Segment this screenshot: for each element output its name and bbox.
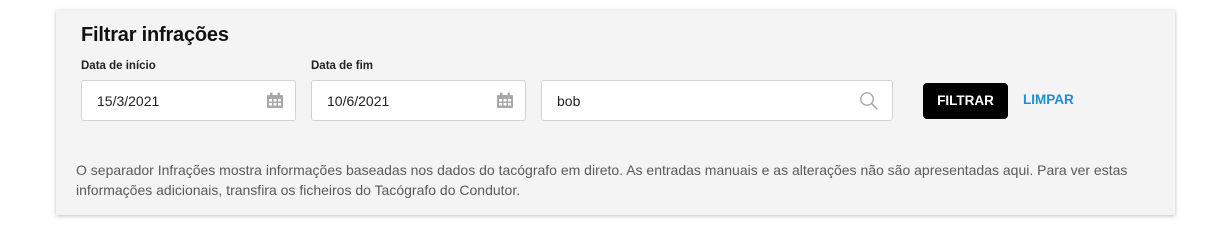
filter-panel: Filtrar infrações Data de início 15/3/20… bbox=[56, 10, 1175, 215]
search-input[interactable]: bob bbox=[557, 93, 580, 109]
clear-button[interactable]: LIMPAR bbox=[1023, 92, 1074, 107]
calendar-icon[interactable] bbox=[496, 92, 514, 109]
calendar-icon[interactable] bbox=[266, 92, 284, 109]
end-date-label: Data de fim bbox=[311, 60, 373, 72]
search-icon[interactable] bbox=[859, 91, 878, 110]
panel-title: Filtrar infrações bbox=[81, 24, 229, 46]
start-date-label: Data de início bbox=[81, 60, 156, 72]
end-date-value[interactable]: 10/6/2021 bbox=[327, 93, 389, 109]
filter-button[interactable]: FILTRAR bbox=[923, 83, 1008, 119]
start-date-value[interactable]: 15/3/2021 bbox=[97, 93, 159, 109]
start-date-field[interactable]: 15/3/2021 bbox=[81, 80, 296, 121]
end-date-field[interactable]: 10/6/2021 bbox=[311, 80, 526, 121]
info-text: O separador Infrações mostra informações… bbox=[76, 162, 1128, 198]
search-field[interactable]: bob bbox=[541, 80, 893, 121]
